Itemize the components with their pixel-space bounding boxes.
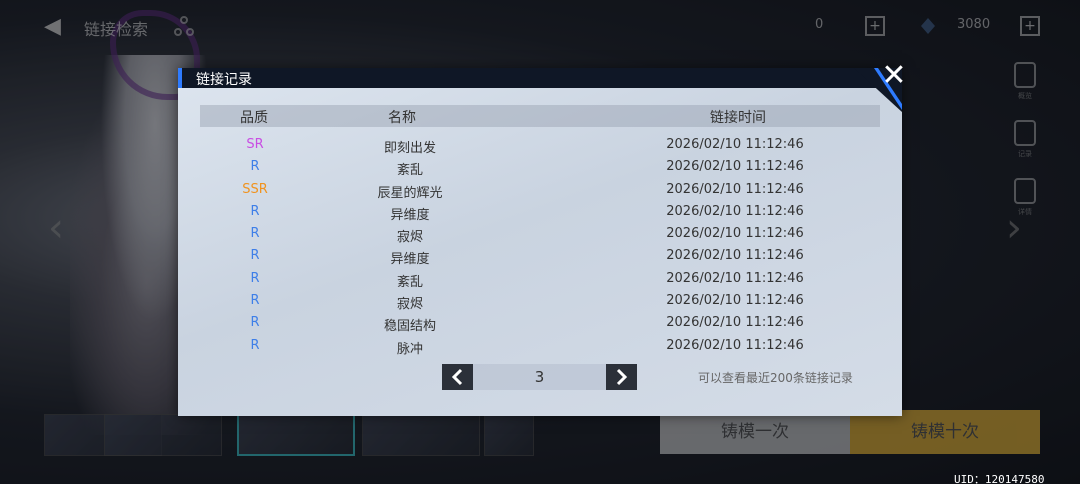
time-cell: 2026/02/10 11:12:46 <box>666 226 804 242</box>
chevron-left-icon <box>451 368 463 386</box>
table-row: R 异维度 2026/02/10 11:12:46 <box>200 245 880 267</box>
table-row: R 异维度 2026/02/10 11:12:46 <box>200 201 880 223</box>
quality-cell: R <box>250 293 260 309</box>
name-cell: 脉冲 <box>396 341 423 357</box>
uid-label: UID：120147580 <box>954 473 1045 484</box>
quality-cell: R <box>250 226 260 242</box>
dialog-header: 链接记录 <box>178 68 902 88</box>
name-cell: 异维度 <box>390 252 430 268</box>
name-cell: 寂烬 <box>396 230 423 246</box>
quality-cell: R <box>250 159 260 175</box>
table-row: SSR 辰星的辉光 2026/02/10 11:12:46 <box>200 179 880 201</box>
previous-page-button[interactable] <box>442 364 473 390</box>
time-cell: 2026/02/10 11:12:46 <box>666 159 804 175</box>
table-row: R 紊乱 2026/02/10 11:12:46 <box>200 156 880 178</box>
quality-cell: SR <box>246 137 264 152</box>
close-icon[interactable]: ✕ <box>880 61 908 91</box>
quality-cell: R <box>250 315 260 331</box>
time-cell: 2026/02/10 11:12:46 <box>666 337 804 353</box>
column-header-time: 链接时间 <box>710 110 766 126</box>
time-cell: 2026/02/10 11:12:46 <box>666 137 804 152</box>
name-cell: 紊乱 <box>396 274 423 290</box>
name-cell: 即刻出发 <box>383 141 436 156</box>
time-cell: 2026/02/10 11:12:46 <box>666 293 804 309</box>
table-row: R 寂烬 2026/02/10 11:12:46 <box>200 290 880 312</box>
name-cell: 辰星的辉光 <box>377 185 443 201</box>
column-header-name: 名称 <box>388 110 416 126</box>
dialog-title: 链接记录 <box>196 72 252 88</box>
quality-cell: SSR <box>242 181 268 197</box>
table-row: R 寂烬 2026/02/10 11:12:46 <box>200 223 880 245</box>
time-cell: 2026/02/10 11:12:46 <box>666 315 804 331</box>
chevron-right-icon <box>616 368 628 386</box>
record-limit-hint: 可以查看最近200条链接记录 <box>698 371 853 385</box>
current-page-number: 3 <box>473 364 606 390</box>
name-cell: 寂烬 <box>396 297 423 313</box>
next-page-button[interactable] <box>606 364 637 390</box>
quality-cell: R <box>250 337 260 353</box>
time-cell: 2026/02/10 11:12:46 <box>666 203 804 219</box>
quality-cell: R <box>250 203 260 219</box>
time-cell: 2026/02/10 11:12:46 <box>666 181 804 197</box>
quality-cell: R <box>250 248 260 264</box>
name-cell: 紊乱 <box>396 163 423 179</box>
table-row: SR 即刻出发 2026/02/10 11:12:46 <box>200 134 880 156</box>
quality-cell: R <box>250 270 260 286</box>
name-cell: 异维度 <box>390 207 430 223</box>
name-cell: 稳固结构 <box>383 319 436 335</box>
table-header: 品质 名称 链接时间 <box>200 105 880 127</box>
time-cell: 2026/02/10 11:12:46 <box>666 248 804 264</box>
table-row: R 紊乱 2026/02/10 11:12:46 <box>200 268 880 290</box>
table-row: R 脉冲 2026/02/10 11:12:46 <box>200 335 880 357</box>
link-record-dialog: 链接记录 品质 名称 链接时间 SR 即刻出发 2026/02/10 11:12… <box>178 68 902 416</box>
column-header-quality: 品质 <box>240 110 268 126</box>
time-cell: 2026/02/10 11:12:46 <box>666 270 804 286</box>
record-list: SR 即刻出发 2026/02/10 11:12:46 R 紊乱 2026/02… <box>200 134 880 357</box>
table-row: R 稳固结构 2026/02/10 11:12:46 <box>200 312 880 334</box>
